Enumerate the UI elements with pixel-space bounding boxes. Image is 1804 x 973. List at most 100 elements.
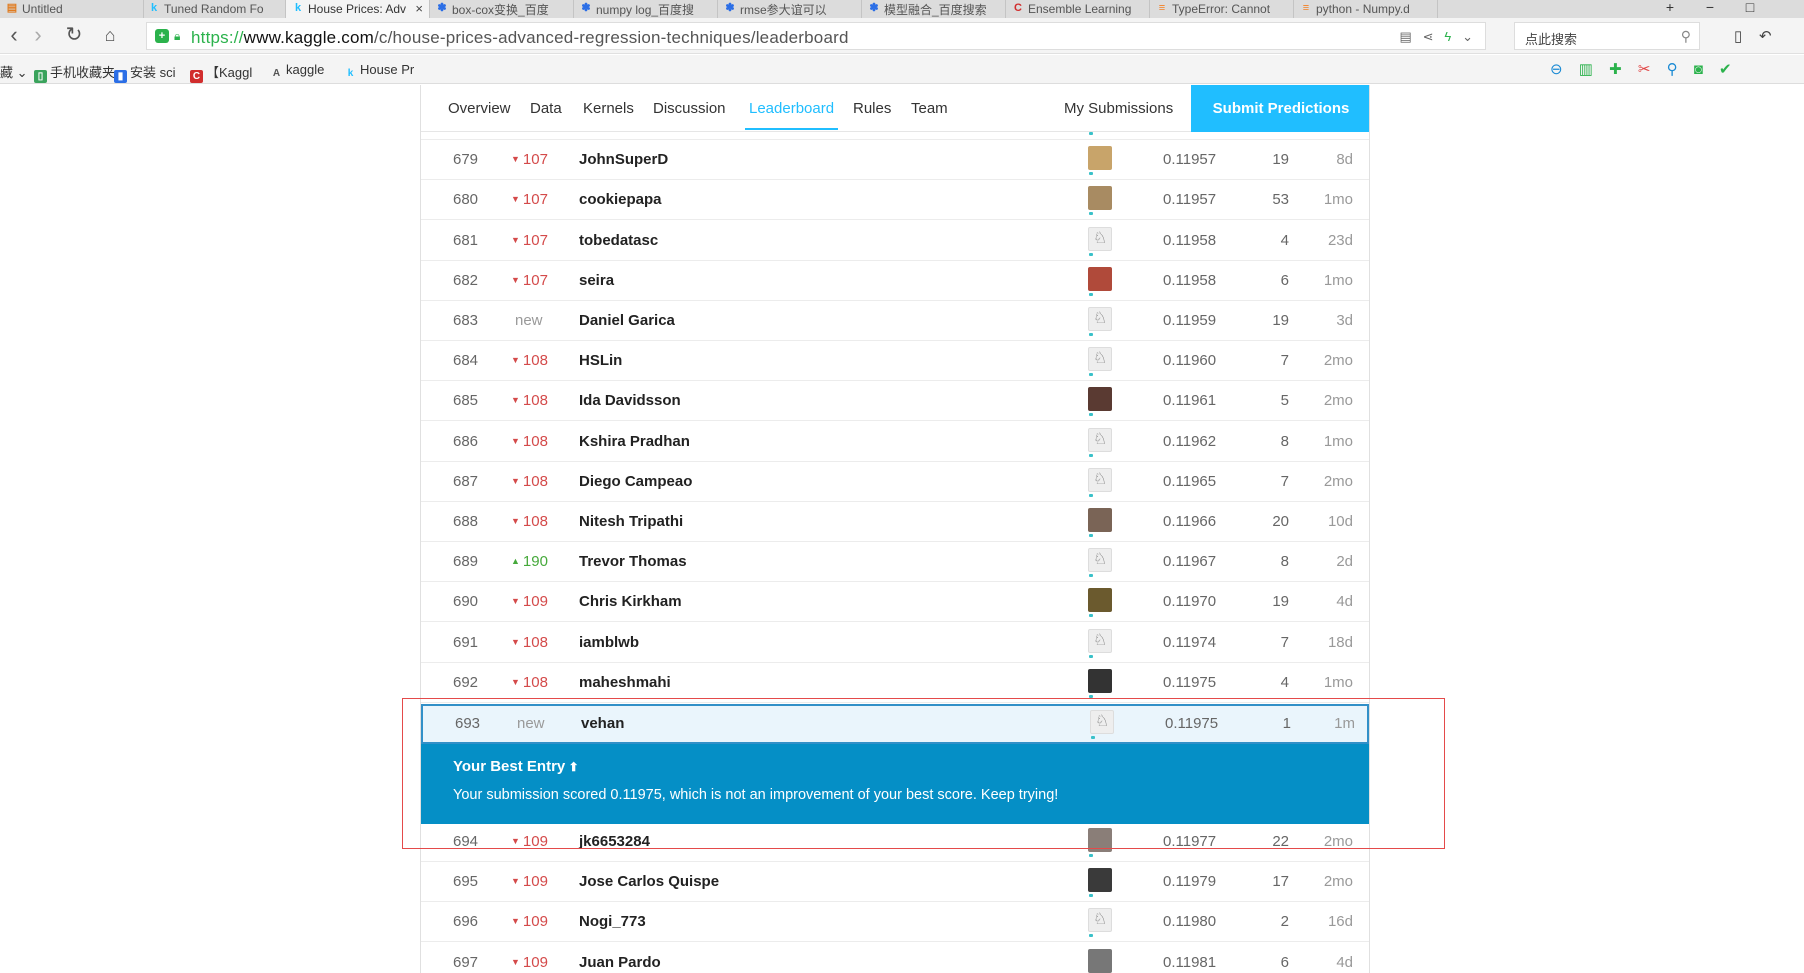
- avatar[interactable]: [1088, 588, 1112, 612]
- team-name-link[interactable]: maheshmahi: [579, 674, 671, 691]
- team-name-link[interactable]: jk6653284: [579, 833, 650, 850]
- browser-tab[interactable]: k House Prices: Adv ×: [286, 0, 430, 18]
- add-icon[interactable]: ✚: [1609, 61, 1628, 78]
- lightning-icon[interactable]: ϟ: [1444, 29, 1451, 44]
- table-row[interactable]: 685 ▼ 108 Ida Davidsson 0.11961 5 2mo: [421, 381, 1369, 421]
- team-name-link[interactable]: iamblwb: [579, 634, 639, 651]
- browser-tab[interactable]: ✽ box-cox变换_百度: [430, 0, 574, 18]
- my-submission-row[interactable]: 693 new vehan ♘ 0.11975 1 1m: [421, 704, 1369, 744]
- team-name-link[interactable]: Diego Campeao: [579, 473, 692, 490]
- avatar[interactable]: [1088, 186, 1112, 210]
- reload-icon[interactable]: ↻: [62, 24, 86, 48]
- undo-icon[interactable]: ↶: [1759, 28, 1772, 45]
- search-icon[interactable]: ⚲: [1681, 28, 1691, 45]
- magnifier-icon[interactable]: ⚲: [1667, 61, 1684, 78]
- avatar[interactable]: ♘: [1088, 548, 1112, 572]
- maximize-icon[interactable]: □: [1730, 0, 1770, 18]
- gamepad-icon[interactable]: ◙: [1694, 61, 1709, 78]
- browser-tab[interactable]: ✽ rmse参大谊可以: [718, 0, 862, 18]
- team-name-link[interactable]: Nogi_773: [579, 913, 646, 930]
- table-row[interactable]: 681 ▼ 107 tobedatasc ♘ 0.11958 4 23d: [421, 221, 1369, 261]
- table-row[interactable]: 697 ▼ 109 Juan Pardo 0.11981 6 4d: [421, 943, 1369, 973]
- shield-check-icon[interactable]: ✔: [1719, 61, 1738, 78]
- browser-tab[interactable]: ▤ Untitled: [0, 0, 144, 18]
- browser-tab[interactable]: ✽ 模型融合_百度搜索: [862, 0, 1006, 18]
- forward-icon[interactable]: ›: [26, 24, 50, 48]
- tab-overview[interactable]: Overview: [448, 85, 511, 132]
- avatar[interactable]: ♘: [1090, 710, 1114, 734]
- submit-predictions-button[interactable]: Submit Predictions: [1191, 85, 1369, 132]
- table-row[interactable]: 682 ▼ 107 seira 0.11958 6 1mo: [421, 261, 1369, 301]
- minus-circle-icon[interactable]: ⊖: [1550, 61, 1569, 78]
- team-name-link[interactable]: Kshira Pradhan: [579, 433, 690, 450]
- table-row[interactable]: 689 ▲ 190 Trevor Thomas ♘ 0.11967 8 2d: [421, 542, 1369, 582]
- avatar[interactable]: [1088, 828, 1112, 852]
- url-bar[interactable]: + 🔒︎ https://www.kaggle.com/c/house-pric…: [146, 22, 1486, 50]
- new-tab-icon[interactable]: +: [1650, 0, 1690, 18]
- table-row[interactable]: 691 ▼ 108 iamblwb ♘ 0.11974 7 18d: [421, 623, 1369, 663]
- browser-tab[interactable]: k Tuned Random Fo: [142, 0, 286, 18]
- avatar[interactable]: ♘: [1088, 908, 1112, 932]
- avatar[interactable]: [1088, 146, 1112, 170]
- avatar[interactable]: ♘: [1088, 468, 1112, 492]
- browser-tab[interactable]: ≡ TypeError: Cannot: [1150, 0, 1294, 18]
- table-row[interactable]: 694 ▼ 109 jk6653284 0.11977 22 2mo: [421, 822, 1369, 862]
- team-name-link[interactable]: seira: [579, 272, 614, 289]
- table-row[interactable]: 687 ▼ 108 Diego Campeao ♘ 0.11965 7 2mo: [421, 462, 1369, 502]
- team-name-link[interactable]: Trevor Thomas: [579, 553, 687, 570]
- bookmark-item[interactable]: ▮ 安装 sci: [114, 62, 176, 83]
- tab-data[interactable]: Data: [530, 85, 562, 132]
- bookmark-item[interactable]: ▯ 手机收藏夹: [34, 62, 115, 83]
- team-name-link[interactable]: tobedatasc: [579, 232, 658, 249]
- tab-discussion[interactable]: Discussion: [653, 85, 726, 132]
- avatar[interactable]: [1088, 949, 1112, 973]
- team-name-link[interactable]: Nitesh Tripathi: [579, 513, 683, 530]
- avatar[interactable]: [1088, 267, 1112, 291]
- table-row[interactable]: 686 ▼ 108 Kshira Pradhan ♘ 0.11962 8 1mo: [421, 422, 1369, 462]
- reader-icon[interactable]: ▤: [1399, 29, 1411, 44]
- team-name-link[interactable]: HSLin: [579, 352, 622, 369]
- team-name-link[interactable]: Chris Kirkham: [579, 593, 682, 610]
- avatar[interactable]: ♘: [1088, 629, 1112, 653]
- phone-icon[interactable]: ▯: [1734, 28, 1742, 45]
- table-row[interactable]: 692 ▼ 108 maheshmahi 0.11975 4 1mo: [421, 663, 1369, 703]
- scissors-icon[interactable]: ✂: [1638, 61, 1657, 78]
- team-name-link[interactable]: Daniel Garica: [579, 312, 675, 329]
- bookmark-item[interactable]: C 【Kaggl: [190, 62, 252, 83]
- browser-tab[interactable]: ≡ python - Numpy.d: [1294, 0, 1438, 18]
- home-icon[interactable]: ⌂: [98, 24, 122, 48]
- tab-rules[interactable]: Rules: [853, 85, 891, 132]
- bookmark-item[interactable]: k House Pr: [344, 62, 414, 80]
- tab-kernels[interactable]: Kernels: [583, 85, 634, 132]
- avatar[interactable]: [1088, 868, 1112, 892]
- minimize-icon[interactable]: −: [1690, 0, 1730, 18]
- chevron-down-icon[interactable]: ⌄: [1462, 29, 1473, 44]
- table-row[interactable]: 680 ▼ 107 cookiepapa 0.11957 53 1mo: [421, 180, 1369, 220]
- close-icon[interactable]: ×: [415, 1, 423, 16]
- avatar[interactable]: [1088, 387, 1112, 411]
- book-icon[interactable]: ▥: [1579, 61, 1599, 78]
- url-text[interactable]: https://www.kaggle.com/c/house-prices-ad…: [191, 28, 849, 48]
- tab-team[interactable]: Team: [911, 85, 948, 132]
- share-icon[interactable]: ⋖: [1423, 29, 1434, 44]
- back-icon[interactable]: ‹: [2, 24, 26, 48]
- my-submissions-link[interactable]: My Submissions: [1064, 85, 1173, 132]
- table-row[interactable]: 688 ▼ 108 Nitesh Tripathi 0.11966 20 10d: [421, 502, 1369, 542]
- team-name-link[interactable]: cookiepapa: [579, 191, 662, 208]
- team-name-link[interactable]: Jose Carlos Quispe: [579, 873, 719, 890]
- team-name-link[interactable]: Juan Pardo: [579, 954, 661, 971]
- avatar[interactable]: ♘: [1088, 347, 1112, 371]
- table-row[interactable]: 696 ▼ 109 Nogi_773 ♘ 0.11980 2 16d: [421, 902, 1369, 942]
- avatar[interactable]: ♘: [1088, 428, 1112, 452]
- bookmark-item[interactable]: Akaggle: [270, 62, 324, 80]
- team-name-link[interactable]: Ida Davidsson: [579, 392, 681, 409]
- table-row[interactable]: 683 new Daniel Garica ♘ 0.11959 19 3d: [421, 301, 1369, 341]
- team-name-link[interactable]: JohnSuperD: [579, 151, 668, 168]
- browser-search-input[interactable]: 点此搜索 ⚲: [1514, 22, 1700, 50]
- bookmark-item[interactable]: 藏 ⌄: [0, 62, 28, 81]
- table-row[interactable]: 695 ▼ 109 Jose Carlos Quispe 0.11979 17 2mo: [421, 862, 1369, 902]
- avatar[interactable]: [1088, 669, 1112, 693]
- table-row[interactable]: 684 ▼ 108 HSLin ♘ 0.11960 7 2mo: [421, 341, 1369, 381]
- table-row[interactable]: 679 ▼ 107 JohnSuperD 0.11957 19 8d: [421, 140, 1369, 180]
- tab-leaderboard[interactable]: Leaderboard: [744, 85, 839, 132]
